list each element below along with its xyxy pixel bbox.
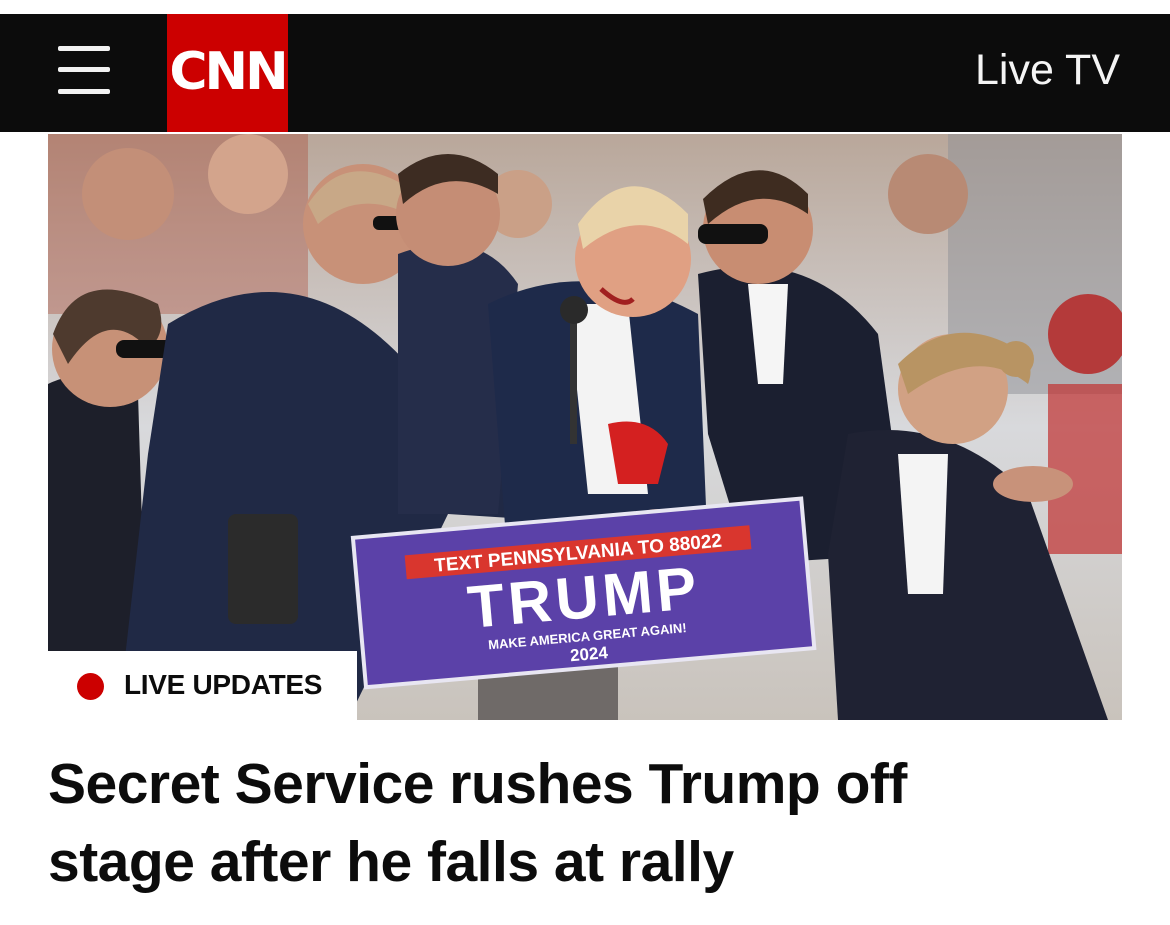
sign-year: 2024 bbox=[569, 643, 609, 665]
live-dot-icon bbox=[77, 673, 104, 700]
logo-text: CNN bbox=[169, 42, 288, 102]
hamburger-menu-icon[interactable] bbox=[58, 46, 110, 94]
live-updates-badge[interactable]: LIVE UPDATES bbox=[48, 651, 357, 720]
hero-image[interactable]: TEXT PENNSYLVANIA TO 88022 TRUMP MAKE AM… bbox=[48, 134, 1122, 720]
article-headline[interactable]: Secret Service rushes Trump off stage af… bbox=[48, 745, 1048, 901]
live-tv-link[interactable]: Live TV bbox=[975, 46, 1120, 95]
hero-photo: TEXT PENNSYLVANIA TO 88022 TRUMP MAKE AM… bbox=[48, 134, 1122, 720]
live-updates-label: LIVE UPDATES bbox=[124, 669, 323, 700]
cnn-logo[interactable]: CNN bbox=[167, 14, 289, 132]
top-nav-bar: CNN Live TV bbox=[0, 14, 1170, 132]
